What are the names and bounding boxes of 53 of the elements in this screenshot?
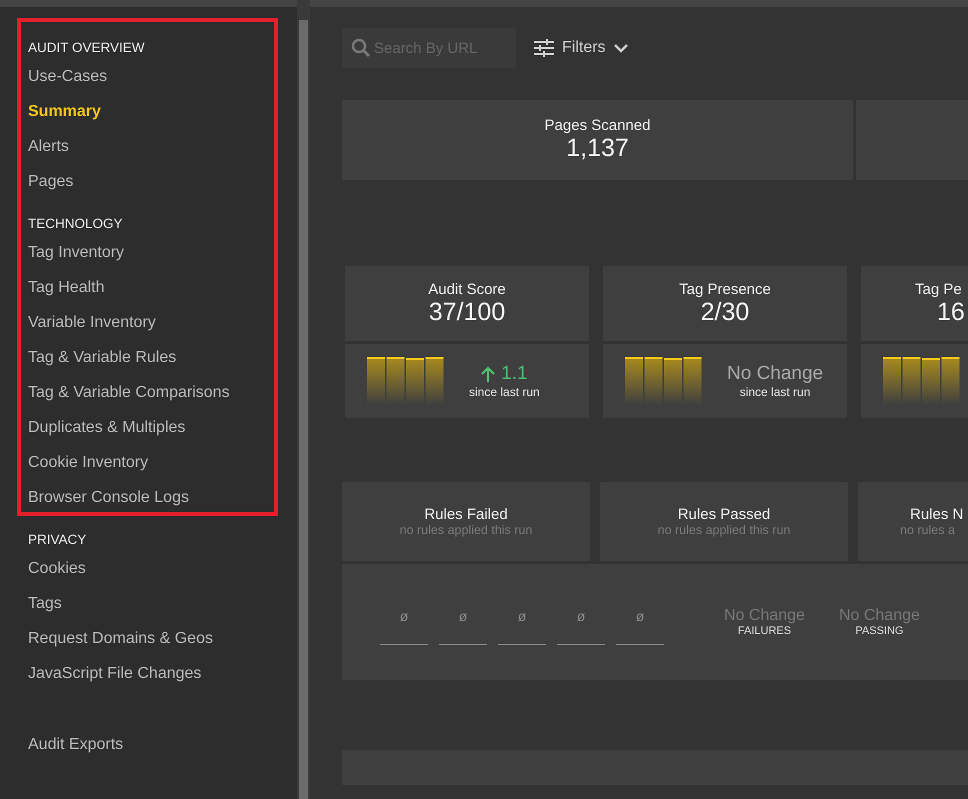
sidebar-item[interactable]: Tag Health — [28, 270, 104, 305]
section-heading: PRIVACY — [28, 531, 86, 549]
sidebar-item[interactable]: Summary — [28, 94, 101, 129]
sidebar-item[interactable]: Tag Inventory — [28, 235, 124, 270]
card-label: Rules Passed — [678, 506, 770, 523]
card-label: Rules N — [910, 506, 964, 523]
card-label: Pages Scanned — [544, 117, 650, 134]
sidebar-item[interactable]: Duplicates & Multiples — [28, 410, 186, 445]
sidebar-item[interactable]: Request Domains & Geos — [28, 621, 213, 656]
sidebar-item[interactable]: Cookie Inventory — [28, 445, 148, 480]
chevron-down-icon — [614, 44, 628, 52]
trend-note: since last run — [469, 385, 540, 399]
search-icon — [351, 38, 371, 58]
history-value: ø — [616, 599, 664, 645]
card-note: no rules applied this run — [400, 523, 532, 537]
card-note: no rules a — [900, 523, 955, 537]
card-value: 37/100 — [428, 298, 506, 326]
history-value: ø — [557, 599, 605, 645]
sidebar-item[interactable]: Cookies — [28, 551, 86, 586]
card-value: 16 — [937, 298, 965, 326]
section-heading: AUDIT OVERVIEW — [28, 39, 145, 57]
card-label: Tag Pe — [915, 280, 962, 298]
card-label: Rules Failed — [424, 506, 508, 523]
sidebar-item[interactable]: Pages — [28, 164, 74, 199]
history-value: ø — [380, 599, 428, 645]
scrollbar-thumb[interactable] — [299, 20, 308, 799]
trend-note: since last run — [740, 385, 810, 399]
filters-button[interactable]: Filters — [534, 39, 628, 57]
sliders-icon — [534, 39, 554, 57]
card-value: 1,137 — [566, 134, 629, 163]
sidebar-item[interactable]: JavaScript File Changes — [28, 656, 202, 691]
arrow-up-icon — [481, 366, 496, 382]
card-note: no rules applied this run — [658, 523, 790, 537]
sidebar-item[interactable]: Tag & Variable Rules — [28, 340, 176, 375]
sidebar-item[interactable]: Alerts — [28, 129, 69, 164]
section-heading: TECHNOLOGY — [28, 215, 123, 233]
history-value: ø — [439, 599, 487, 645]
card-label: Tag Presence — [679, 280, 771, 298]
sidebar-item[interactable]: Tag & Variable Comparisons — [28, 375, 230, 410]
sidebar-item[interactable]: Audit Exports — [28, 727, 124, 762]
change-value: No Change — [838, 607, 920, 625]
change-value: No Change — [724, 607, 805, 625]
trend-value: No Change — [727, 363, 824, 385]
card-value: 2/30 — [700, 298, 750, 326]
change-label: PASSING — [855, 625, 904, 637]
sidebar-item[interactable]: Use-Cases — [28, 59, 108, 94]
history-value: ø — [498, 599, 546, 645]
card-label: Audit Score — [428, 280, 506, 298]
trend-value: 1.1 — [481, 363, 528, 385]
sidebar-item[interactable]: Browser Console Logs — [28, 480, 189, 515]
sidebar-item[interactable]: Tags — [28, 586, 62, 621]
change-label: FAILURES — [738, 625, 792, 637]
sidebar-item[interactable]: Variable Inventory — [28, 305, 156, 340]
